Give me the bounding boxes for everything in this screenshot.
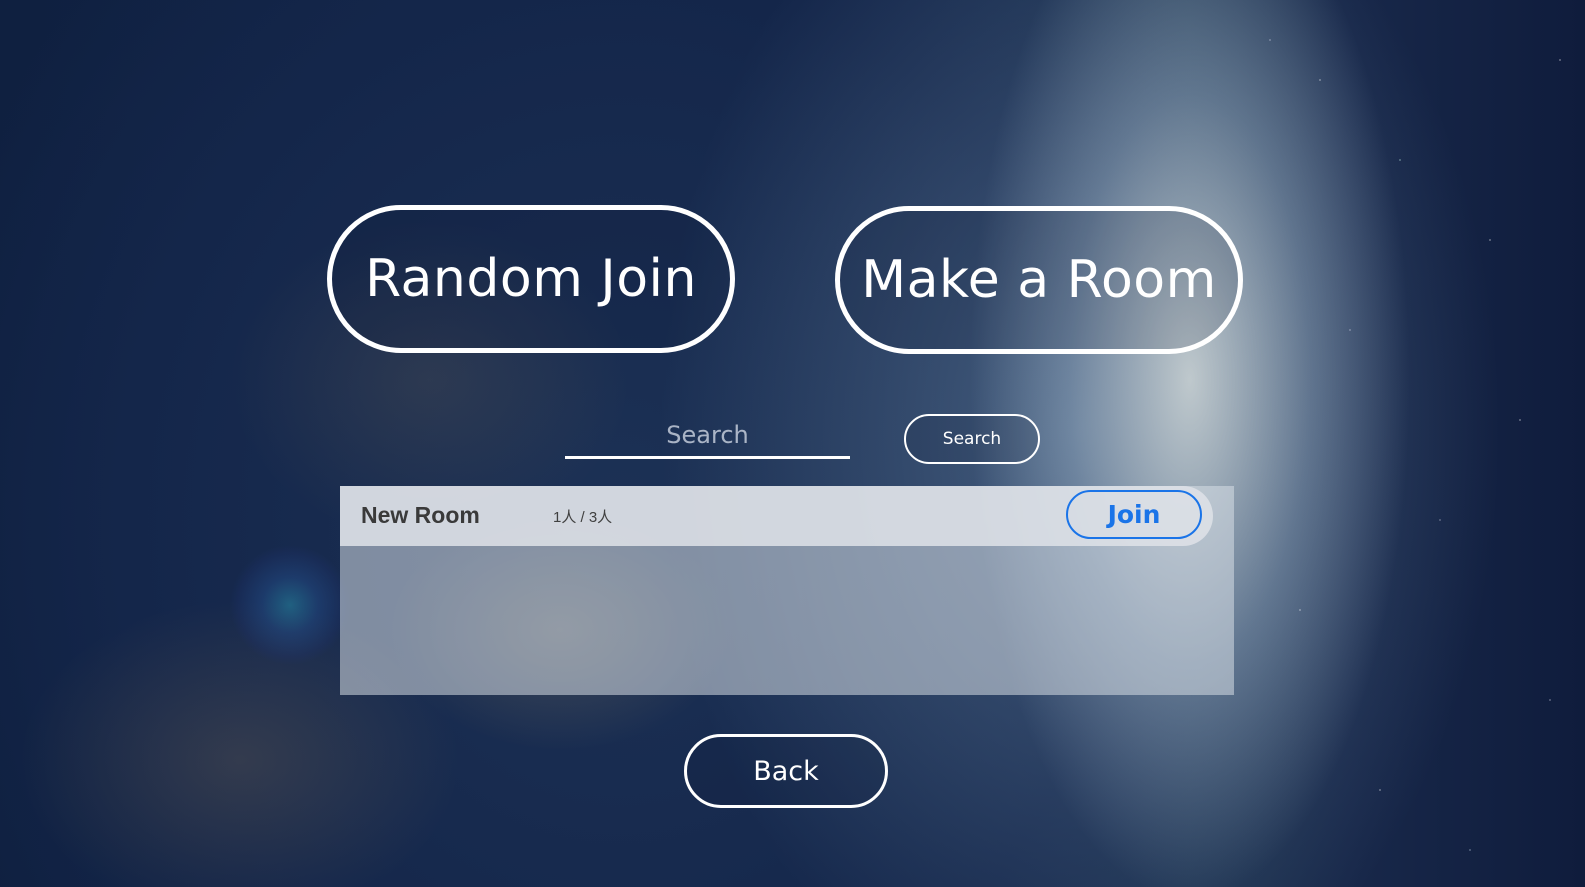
search-button-label: Search bbox=[942, 429, 1002, 449]
join-room-button[interactable]: Join bbox=[1066, 490, 1202, 539]
join-button-label: Join bbox=[1107, 500, 1161, 529]
make-room-button[interactable]: Make a Room bbox=[835, 206, 1243, 354]
room-occupancy: 1人 / 3人 bbox=[553, 509, 613, 526]
random-join-button[interactable]: Random Join bbox=[327, 205, 735, 353]
search-button[interactable]: Search bbox=[904, 414, 1040, 464]
room-list: New Room 1人 / 3人 Join bbox=[340, 486, 1234, 695]
search-input[interactable] bbox=[565, 413, 850, 459]
back-button-label: Back bbox=[753, 755, 819, 787]
back-button[interactable]: Back bbox=[684, 734, 888, 808]
random-join-label: Random Join bbox=[365, 249, 697, 309]
room-list-item: New Room 1人 / 3人 Join bbox=[340, 486, 1213, 546]
make-room-label: Make a Room bbox=[861, 250, 1217, 310]
room-name: New Room bbox=[361, 502, 480, 528]
